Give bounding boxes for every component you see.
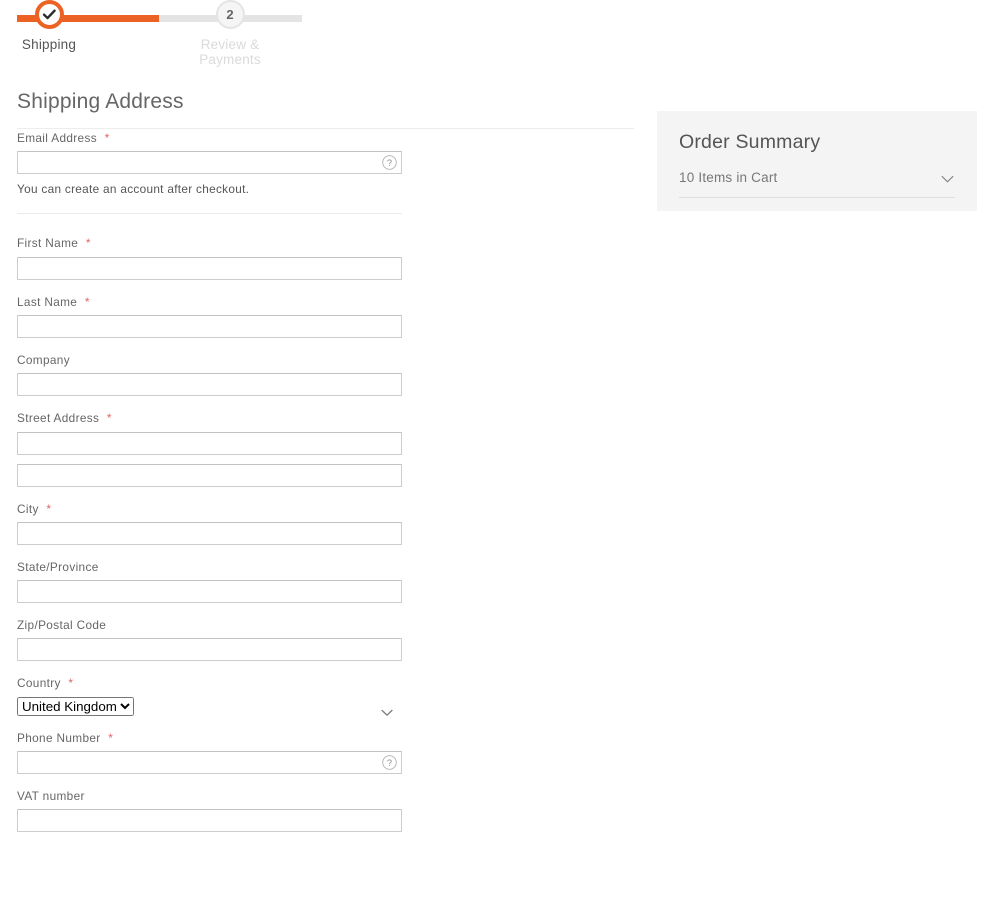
field-vat-number: VAT number bbox=[17, 789, 402, 832]
items-in-cart-label: 10 Items in Cart bbox=[679, 170, 777, 185]
label-street-address: Street Address * bbox=[17, 411, 402, 425]
field-company: Company bbox=[17, 353, 402, 396]
label-last-name: Last Name * bbox=[17, 295, 402, 309]
chevron-down-icon bbox=[941, 172, 954, 187]
label-phone-number: Phone Number * bbox=[17, 731, 402, 745]
order-summary-panel: Order Summary 10 Items in Cart bbox=[657, 111, 977, 211]
street-address-line-2-input[interactable] bbox=[17, 464, 402, 487]
field-city: City * bbox=[17, 502, 402, 545]
field-first-name: First Name * bbox=[17, 236, 402, 279]
control-email: ? bbox=[17, 151, 402, 174]
last-name-input[interactable] bbox=[17, 315, 402, 338]
control-country: United Kingdom bbox=[17, 697, 402, 716]
field-zip-postal-code: Zip/Postal Code bbox=[17, 618, 402, 661]
label-company: Company bbox=[17, 353, 402, 367]
field-state-province: State/Province bbox=[17, 560, 402, 603]
label-city: City * bbox=[17, 502, 402, 516]
control-zip-postal-code bbox=[17, 638, 402, 661]
control-street-line-1 bbox=[17, 432, 402, 455]
country-select[interactable]: United Kingdom bbox=[17, 697, 134, 716]
required-asterisk: * bbox=[108, 731, 113, 745]
question-circle-icon[interactable]: ? bbox=[381, 154, 398, 171]
label-email: Email Address * bbox=[17, 131, 402, 145]
required-asterisk: * bbox=[86, 236, 91, 250]
field-country: Country * United Kingdom bbox=[17, 676, 402, 715]
field-street-address: Street Address * bbox=[17, 411, 402, 486]
label-first-name: First Name * bbox=[17, 236, 402, 250]
step-number-bullet: 2 bbox=[216, 0, 245, 29]
field-email: Email Address * ? You can create an acco… bbox=[17, 131, 402, 214]
progress-step-label-review-payments: Review & Payments bbox=[170, 37, 290, 67]
required-asterisk: * bbox=[105, 131, 110, 145]
items-in-cart-toggle[interactable]: 10 Items in Cart bbox=[679, 170, 955, 198]
control-state-province bbox=[17, 580, 402, 603]
step-complete-bullet bbox=[35, 0, 64, 29]
control-first-name bbox=[17, 257, 402, 280]
progress-step-label-shipping: Shipping bbox=[0, 37, 109, 52]
field-phone-number: Phone Number * ? bbox=[17, 731, 402, 774]
phone-number-input[interactable] bbox=[17, 751, 402, 774]
field-last-name: Last Name * bbox=[17, 295, 402, 338]
svg-text:?: ? bbox=[387, 158, 392, 168]
control-vat-number bbox=[17, 809, 402, 832]
label-vat-number: VAT number bbox=[17, 789, 402, 803]
state-province-input[interactable] bbox=[17, 580, 402, 603]
control-city bbox=[17, 522, 402, 545]
control-last-name bbox=[17, 315, 402, 338]
control-street-line-2 bbox=[17, 464, 402, 487]
control-company bbox=[17, 373, 402, 396]
city-input[interactable] bbox=[17, 522, 402, 545]
question-circle-icon[interactable]: ? bbox=[381, 754, 398, 771]
control-phone-number: ? bbox=[17, 751, 402, 774]
check-icon bbox=[42, 7, 57, 22]
page-title: Shipping Address bbox=[17, 90, 634, 129]
zip-postal-code-input[interactable] bbox=[17, 638, 402, 661]
svg-text:?: ? bbox=[387, 758, 392, 768]
progress-step-review-payments[interactable]: 2 Review & Payments bbox=[170, 0, 290, 67]
required-asterisk: * bbox=[107, 411, 112, 425]
street-address-line-1-input[interactable] bbox=[17, 432, 402, 455]
label-state-province: State/Province bbox=[17, 560, 402, 574]
email-input[interactable] bbox=[17, 151, 402, 174]
shipping-address-form: Email Address * ? You can create an acco… bbox=[17, 131, 402, 832]
required-asterisk: * bbox=[68, 676, 73, 690]
order-summary-title: Order Summary bbox=[679, 131, 955, 154]
vat-number-input[interactable] bbox=[17, 809, 402, 832]
checkout-page: Shipping 2 Review & Payments Shipping Ad… bbox=[0, 0, 999, 922]
label-country: Country * bbox=[17, 676, 402, 690]
checkout-progress-bar: Shipping 2 Review & Payments bbox=[17, 0, 302, 62]
required-asterisk: * bbox=[46, 502, 51, 516]
progress-step-shipping[interactable]: Shipping bbox=[0, 0, 109, 52]
step-number: 2 bbox=[226, 8, 233, 21]
required-asterisk: * bbox=[85, 295, 90, 309]
email-help-text: You can create an account after checkout… bbox=[17, 182, 402, 196]
company-input[interactable] bbox=[17, 373, 402, 396]
first-name-input[interactable] bbox=[17, 257, 402, 280]
label-zip-postal-code: Zip/Postal Code bbox=[17, 618, 402, 632]
